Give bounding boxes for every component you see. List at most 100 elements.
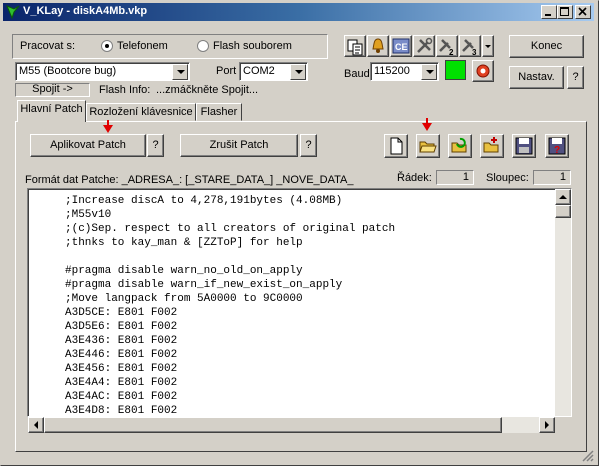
save-help-button[interactable]: ?: [545, 134, 569, 158]
scroll-thumb[interactable]: [555, 205, 571, 218]
connect-button[interactable]: Spojit ->: [15, 83, 90, 97]
code-line: #pragma disable warn_if_new_exist_on_app…: [65, 279, 343, 291]
bell-icon: [372, 38, 384, 53]
resize-grip-icon[interactable]: [580, 448, 594, 462]
apply-help-button[interactable]: ?: [147, 134, 164, 157]
radio-phone[interactable]: [101, 40, 113, 52]
copy-icon: [347, 39, 363, 56]
code-line: ;M55v10: [65, 209, 112, 221]
new-file-icon: [390, 137, 403, 155]
chevron-down-icon[interactable]: [290, 64, 306, 80]
code-line: A3E436: E801 F002: [65, 335, 178, 347]
code-line: A3D5E6: E801 F002: [65, 321, 178, 333]
radio-flash-file-label[interactable]: Flash souborem: [213, 40, 292, 52]
reload-folder-icon: [451, 137, 467, 153]
status-indicator: [445, 60, 466, 80]
flash-info-label: Flash Info:: [99, 84, 151, 96]
insert-file-button[interactable]: [480, 134, 504, 158]
red-arrow-down-icon: [103, 125, 113, 133]
tools-dropdown-button[interactable]: [482, 35, 494, 57]
code-line: A3E446: E801 F002: [65, 349, 178, 361]
arrow-left-icon: [34, 421, 38, 429]
minimize-button[interactable]: [541, 5, 557, 19]
copy-button[interactable]: [344, 35, 366, 57]
phone-model-select[interactable]: M55 (Bootcore bug): [15, 62, 190, 81]
horizontal-scrollbar[interactable]: [28, 417, 555, 433]
baud-select[interactable]: 115200: [370, 62, 439, 81]
code-line: A3E4A4: E801 F002: [65, 377, 178, 389]
column-label: Sloupec:: [486, 172, 529, 184]
port-label: Port: [216, 65, 237, 77]
tools-button[interactable]: [413, 35, 435, 57]
radio-flash-file[interactable]: [197, 40, 209, 52]
vertical-scrollbar[interactable]: [555, 189, 571, 416]
code-line: ;thnks to kay_man & [ZZToP] for help: [65, 237, 303, 249]
tab-flasher[interactable]: Flasher: [196, 103, 242, 121]
code-line: ;Increase discA to 4,278,191bytes (4.08M…: [65, 195, 343, 207]
open-file-button[interactable]: [416, 134, 440, 158]
patch-format-label: Formát dat Patche: _ADRESA_: [_STARE_DAT…: [25, 174, 354, 186]
settings-help-button[interactable]: ?: [567, 66, 584, 89]
tools-2-icon: 2: [439, 39, 454, 57]
new-file-button[interactable]: [384, 134, 408, 158]
tools-icon: [417, 37, 433, 53]
work-with-label: Pracovat s:: [20, 40, 76, 52]
svg-text:3: 3: [472, 48, 477, 56]
flash-info-value: ...zmáčkněte Spojit...: [156, 84, 259, 96]
column-value: 1: [533, 170, 571, 185]
folder-open-icon: [419, 141, 437, 153]
tab-main-patch[interactable]: Hlavní Patch: [17, 100, 86, 122]
patch-editor[interactable]: ;Increase discA to 4,278,191bytes (4.08M…: [27, 188, 572, 417]
maximize-button[interactable]: [557, 5, 573, 19]
radio-phone-label[interactable]: Telefonem: [117, 40, 168, 52]
scrollbar-corner: [555, 417, 571, 433]
settings-button[interactable]: Nastav.: [509, 66, 564, 89]
save-file-button[interactable]: [512, 134, 536, 158]
port-select[interactable]: COM2: [239, 62, 308, 81]
scroll-up-button[interactable]: [555, 189, 571, 205]
code-line: ;(c)Sep. respect to all creators of orig…: [65, 223, 396, 235]
cancel-patch-button[interactable]: Zrušit Patch: [180, 134, 298, 157]
row-label: Řádek:: [397, 172, 432, 184]
code-line: A3D5CE: E801 F002: [65, 307, 178, 319]
code-line: A3E4AC: E801 F002: [65, 391, 178, 403]
patch-code[interactable]: ;Increase discA to 4,278,191bytes (4.08M…: [65, 194, 396, 417]
chevron-down-icon[interactable]: [172, 64, 188, 80]
chevron-down-icon: [485, 45, 491, 48]
tab-keyboard-layout[interactable]: Rozložení klávesnice: [86, 103, 196, 121]
svg-text:2: 2: [449, 48, 454, 56]
code-line: A3E456: E801 F002: [65, 363, 178, 375]
ce-button[interactable]: CE: [390, 35, 412, 57]
gear-icon: [476, 64, 490, 78]
maximize-icon: [560, 7, 569, 16]
title-bar[interactable]: V_KLay - diskA4Mb.vkp: [3, 3, 594, 21]
apply-patch-button[interactable]: Aplikovat Patch: [30, 134, 146, 157]
tools-2-button[interactable]: 2: [436, 35, 458, 57]
code-line: A3E4D8: E801 F002: [65, 405, 178, 417]
cancel-help-button[interactable]: ?: [300, 134, 317, 157]
ce-icon: CE: [392, 38, 410, 54]
close-icon: [578, 7, 587, 16]
reload-file-button[interactable]: [448, 134, 472, 158]
reset-button[interactable]: [472, 60, 494, 82]
chevron-down-icon[interactable]: [421, 64, 437, 80]
folder-add-icon: [483, 137, 499, 153]
exit-button[interactable]: Konec: [509, 35, 584, 58]
window-title: V_KLay - diskA4Mb.vkp: [23, 5, 148, 17]
save-icon: [515, 137, 533, 155]
tools-3-icon: 3: [462, 39, 477, 57]
svg-text:CE: CE: [395, 42, 408, 52]
scroll-thumb-horizontal[interactable]: [44, 417, 502, 433]
svg-text:?: ?: [554, 145, 560, 156]
code-line: ;Move langpack from 5A0000 to 9C0000: [65, 293, 303, 305]
save-help-icon: ?: [548, 137, 566, 156]
scroll-left-button[interactable]: [28, 417, 44, 433]
scroll-right-button[interactable]: [539, 417, 555, 433]
bell-button[interactable]: [367, 35, 389, 57]
close-window-button[interactable]: [575, 5, 591, 19]
tools-3-button[interactable]: 3: [459, 35, 481, 57]
app-icon: [6, 5, 20, 20]
baud-label: Baud: [344, 68, 370, 80]
row-value: 1: [436, 170, 474, 185]
